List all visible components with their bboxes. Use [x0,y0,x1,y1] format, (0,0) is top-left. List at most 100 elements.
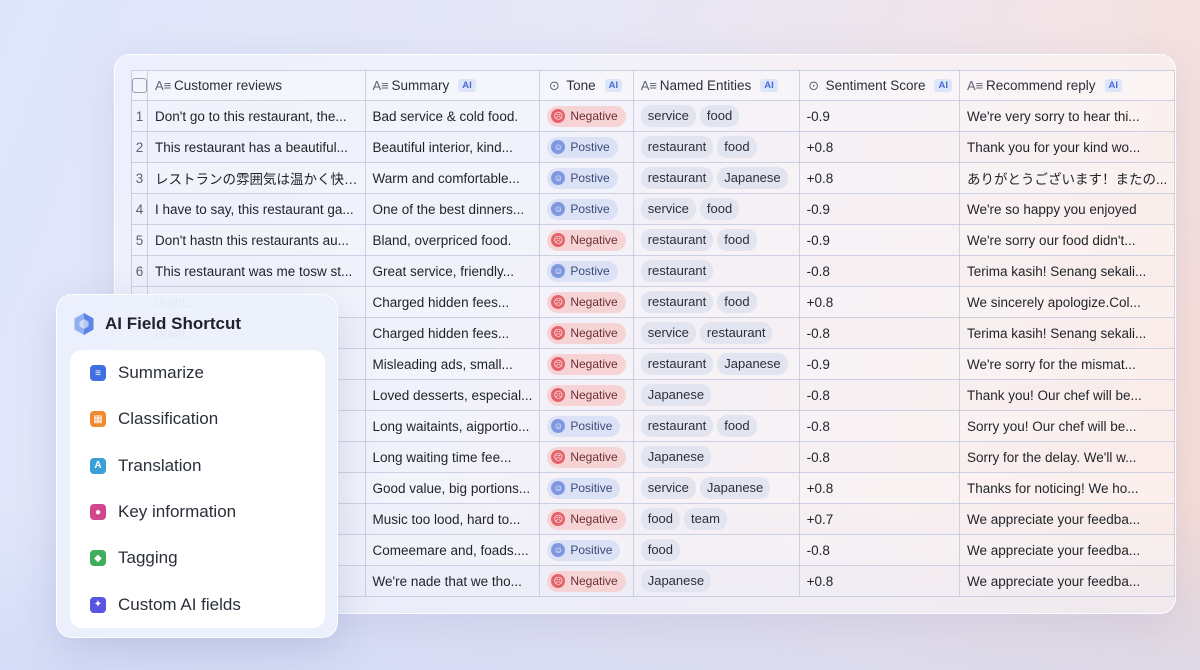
review-cell[interactable]: This restaurant was me tosw st... [147,255,366,287]
score-cell[interactable]: -0.9 [799,348,960,380]
summary-cell[interactable]: Beautiful interior, kind... [365,131,541,163]
reply-cell[interactable]: Terima kasih! Senang sekali... [959,317,1175,349]
tone-cell[interactable]: ☺ Positive [539,472,634,504]
summary-cell[interactable]: One of the best dinners... [365,193,541,225]
reply-cell[interactable]: We appreciate your feedba... [959,565,1175,597]
summary-cell[interactable]: Bad service & cold food. [365,100,541,132]
column-header-entities[interactable]: A≡ Named Entities AI [633,70,800,101]
entities-cell[interactable]: service food [633,193,800,225]
summary-cell[interactable]: We're nade that we tho... [365,565,541,597]
summary-cell[interactable]: Comeemare and, foads.... [365,534,541,566]
score-cell[interactable]: -0.8 [799,534,960,566]
menu-item-tagging[interactable]: ◆ Tagging [70,535,325,581]
reply-cell[interactable]: Thank you! Our chef will be... [959,379,1175,411]
add-column-button[interactable]: + [1174,70,1175,101]
score-cell[interactable]: +0.8 [799,472,960,504]
summary-cell[interactable]: Loved desserts, especial... [365,379,541,411]
menu-item-custom-ai-fields[interactable]: ✦ Custom AI fields [70,581,325,627]
entities-cell[interactable]: restaurant Japanese [633,348,800,380]
reply-cell[interactable]: Terima kasih! Senang sekali... [959,255,1175,287]
tone-cell[interactable]: ☹ Negative [539,441,634,473]
score-cell[interactable]: -0.8 [799,317,960,349]
reply-cell[interactable]: Sorry for the delay. We'll w... [959,441,1175,473]
tone-cell[interactable]: ☺ Postive [539,131,634,163]
score-cell[interactable]: -0.8 [799,410,960,442]
tone-cell[interactable]: ☹ Negative [539,317,634,349]
summary-cell[interactable]: Charged hidden fees... [365,317,541,349]
tone-cell[interactable]: ☺ Positive [539,534,634,566]
score-cell[interactable]: -0.8 [799,441,960,473]
summary-cell[interactable]: Charged hidden fees... [365,286,541,318]
column-header-summary[interactable]: A≡ Summary AI [365,70,541,101]
tone-cell[interactable]: ☹ Negative [539,224,634,256]
entities-cell[interactable]: restaurant food [633,131,800,163]
column-header-reviews[interactable]: A≡ Customer reviews [147,70,366,101]
summary-cell[interactable]: Long waiting time fee... [365,441,541,473]
entities-cell[interactable]: Japanese [633,565,800,597]
review-cell[interactable]: レストランの雰囲気は温かく快… [147,162,366,194]
menu-item-translation[interactable]: A Translation [70,443,325,489]
tone-cell[interactable]: ☹ Negative [539,379,634,411]
tone-cell[interactable]: ☹ Negative [539,348,634,380]
reply-cell[interactable]: We're sorry for the mismat... [959,348,1175,380]
reply-cell[interactable]: ありがとうございます！またの... [959,162,1175,194]
table-row[interactable]: 6 This restaurant was me tosw st... Great … [131,255,1175,287]
entities-cell[interactable]: restaurant food [633,286,800,318]
table-row[interactable]: 3 レストランの雰囲気は温かく快… Warm and comfortable... ☺… [131,162,1175,194]
reply-cell[interactable]: We're sorry our food didn't... [959,224,1175,256]
review-cell[interactable]: Don't hastn this restaurants au... [147,224,366,256]
score-cell[interactable]: -0.9 [799,193,960,225]
reply-cell[interactable]: We appreciate your feedba... [959,534,1175,566]
column-header-reply[interactable]: A≡ Recommend reply AI [959,70,1175,101]
score-cell[interactable]: -0.8 [799,255,960,287]
entities-cell[interactable]: service food [633,100,800,132]
reply-cell[interactable]: We sincerely apologize.Col... [959,286,1175,318]
tone-cell[interactable]: ☹ Negative [539,565,634,597]
column-header-tone[interactable]: ⊙ Tone AI [539,70,634,101]
entities-cell[interactable]: Japanese [633,379,800,411]
review-cell[interactable]: I have to say, this restaurant ga... [147,193,366,225]
table-row[interactable]: 1 Don't go to this restaurant, the... Bad … [131,100,1175,132]
reply-cell[interactable]: Thank you for your kind wo... [959,131,1175,163]
entities-cell[interactable]: restaurant food [633,410,800,442]
reply-cell[interactable]: We're very sorry to hear thi... [959,100,1175,132]
summary-cell[interactable]: Good value, big portions... [365,472,541,504]
tone-cell[interactable]: ☺ Postive [539,162,634,194]
select-all-checkbox[interactable] [132,78,147,94]
table-row[interactable]: 5 Don't hastn this restaurants au... Bland… [131,224,1175,256]
select-all-cell[interactable] [131,70,148,101]
entities-cell[interactable]: service restaurant [633,317,800,349]
tone-cell[interactable]: ☺ Postive [539,255,634,287]
tone-cell[interactable]: ☺ Postive [539,193,634,225]
review-cell[interactable]: This restaurant has a beautiful... [147,131,366,163]
score-cell[interactable]: -0.8 [799,379,960,411]
score-cell[interactable]: +0.8 [799,286,960,318]
score-cell[interactable]: -0.9 [799,224,960,256]
menu-item-summarize[interactable]: ≡ Summarize [70,350,325,396]
tone-cell[interactable]: ☹ Negative [539,286,634,318]
summary-cell[interactable]: Bland, overpriced food. [365,224,541,256]
score-cell[interactable]: +0.8 [799,162,960,194]
review-cell[interactable]: Don't go to this restaurant, the... [147,100,366,132]
score-cell[interactable]: +0.8 [799,565,960,597]
reply-cell[interactable]: Sorry you! Our chef will be... [959,410,1175,442]
table-row[interactable]: 2 This restaurant has a beautiful... Beaut… [131,131,1175,163]
reply-cell[interactable]: We appreciate your feedba... [959,503,1175,535]
column-header-score[interactable]: ⊙ Sentiment Score AI [799,70,960,101]
score-cell[interactable]: +0.8 [799,131,960,163]
score-cell[interactable]: -0.9 [799,100,960,132]
score-cell[interactable]: +0.7 [799,503,960,535]
summary-cell[interactable]: Long waitaints, aigportio... [365,410,541,442]
entities-cell[interactable]: restaurant [633,255,800,287]
reply-cell[interactable]: Thanks for noticing! We ho... [959,472,1175,504]
menu-item-key-information[interactable]: ● Key information [70,489,325,535]
tone-cell[interactable]: ☺ Positive [539,410,634,442]
summary-cell[interactable]: Music too lood, hard to... [365,503,541,535]
entities-cell[interactable]: food team [633,503,800,535]
summary-cell[interactable]: Great service, friendly... [365,255,541,287]
tone-cell[interactable]: ☹ Negative [539,503,634,535]
entities-cell[interactable]: restaurant food [633,224,800,256]
summary-cell[interactable]: Misleading ads, small... [365,348,541,380]
entities-cell[interactable]: Japanese [633,441,800,473]
entities-cell[interactable]: food [633,534,800,566]
